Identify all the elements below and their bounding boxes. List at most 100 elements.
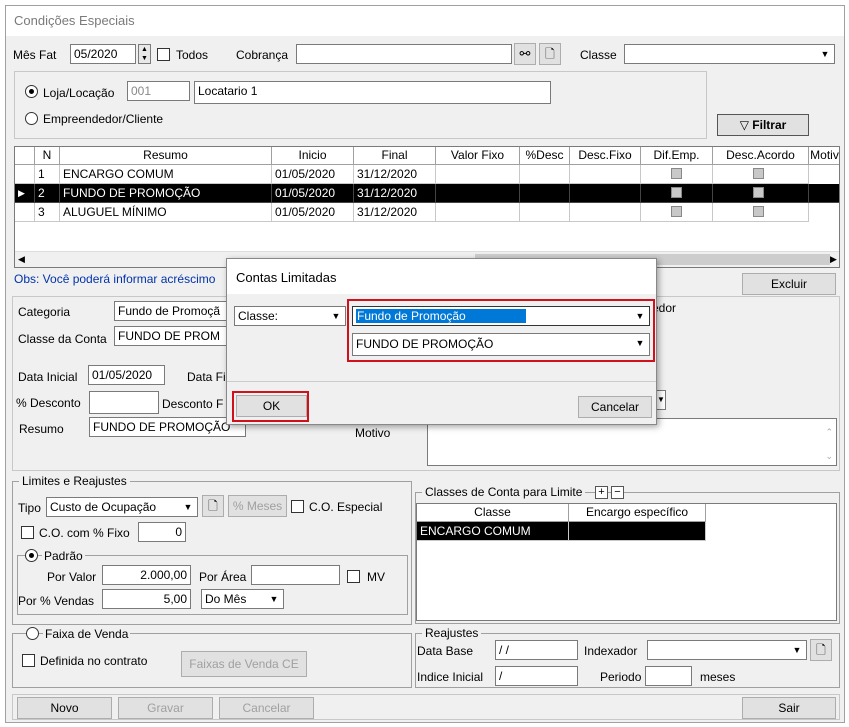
dif-emp-checkbox[interactable] <box>671 187 682 198</box>
desconto-fixo-label: Desconto F <box>162 397 224 411</box>
contas-limitadas-dialog: Contas Limitadas Classe: ▼ Fundo de Promo… <box>226 258 657 425</box>
dif-emp-checkbox[interactable] <box>671 168 682 179</box>
excluir-button[interactable]: Excluir <box>742 273 836 295</box>
todos-checkbox[interactable] <box>157 48 170 61</box>
por-area-label: Por Área <box>199 570 247 584</box>
highlight-box <box>347 299 655 362</box>
chevron-left-icon[interactable]: ◀ <box>18 254 25 265</box>
binoculars-icon[interactable]: ⚯ <box>514 43 536 65</box>
mv-checkbox[interactable] <box>347 570 360 583</box>
minus-icon[interactable]: − <box>611 486 624 499</box>
gravar-button[interactable]: Gravar <box>118 697 213 719</box>
chevron-down-icon[interactable]: ▼ <box>656 390 666 410</box>
desc-acordo-checkbox[interactable] <box>753 206 764 217</box>
por-valor-label: Por Valor <box>47 570 97 584</box>
classe-conta-select[interactable]: FUNDO DE PROM <box>114 326 229 346</box>
empreendedor-radio[interactable] <box>25 112 38 125</box>
grid-header[interactable]: Final <box>354 147 436 165</box>
document-icon[interactable]: 🗋 <box>202 495 224 517</box>
dialog-title: Contas Limitadas <box>227 259 656 294</box>
co-fixo-checkbox[interactable] <box>21 526 34 539</box>
grid-header[interactable]: Valor Fixo <box>436 147 520 165</box>
chevron-down-icon: ▼ <box>183 502 193 512</box>
chevron-down-icon: ▼ <box>269 594 279 604</box>
desconto-pct-input[interactable] <box>89 391 159 414</box>
periodo-select[interactable]: Do Mês ▼ <box>201 589 284 609</box>
faixas-venda-button[interactable]: Faixas de Venda CE <box>181 651 307 677</box>
sair-button[interactable]: Sair <box>742 697 836 719</box>
definida-label: Definida no contrato <box>40 654 148 668</box>
resumo-input[interactable]: FUNDO DE PROMOÇÃO <box>89 417 246 437</box>
window-title: Condições Especiais <box>6 6 844 36</box>
mes-fat-spinner[interactable]: ▲ ▼ <box>138 44 151 64</box>
co-fixo-input[interactable]: 0 <box>138 522 186 542</box>
filtrar-button[interactable]: ▽ Filtrar <box>717 114 809 136</box>
desc-acordo-checkbox[interactable] <box>753 168 764 179</box>
loja-radio[interactable] <box>25 85 38 98</box>
desconto-pct-label: % Desconto <box>16 396 81 410</box>
indice-input[interactable]: / <box>495 666 578 686</box>
chevron-down-icon[interactable]: ⌄ <box>825 449 833 463</box>
mes-fat-input[interactable]: 05/2020 <box>70 44 136 64</box>
definida-checkbox[interactable] <box>22 654 35 667</box>
periodo-input[interactable] <box>645 666 692 686</box>
loja-name-input[interactable]: Locatario 1 <box>194 81 551 104</box>
novo-button[interactable]: Novo <box>17 697 112 719</box>
classe-conta-label: Classe da Conta <box>18 332 107 346</box>
grid-header[interactable]: Motiv <box>809 147 839 165</box>
data-inicial-input[interactable]: 01/05/2020 <box>88 365 165 385</box>
document-icon[interactable]: 🗋 <box>539 43 561 65</box>
grid-header-indicator <box>15 147 35 165</box>
tipo-select[interactable]: Custo de Ocupação ▼ <box>46 497 198 517</box>
por-valor-input[interactable]: 2.000,00 <box>102 565 191 585</box>
grid-header[interactable]: Encargo específico <box>569 504 706 522</box>
data-final-label: Data Fi <box>187 370 226 384</box>
indexador-select[interactable]: ▼ <box>647 640 807 660</box>
conditions-grid[interactable]: N Resumo Inicio Final Valor Fixo %Desc D… <box>14 146 840 268</box>
chevron-down-icon: ▼ <box>331 311 341 321</box>
mv-label: MV <box>367 570 385 584</box>
grid-header[interactable]: N <box>35 147 60 165</box>
categoria-select[interactable]: Fundo de Promoçã <box>114 301 229 321</box>
por-vendas-label: Por % Vendas <box>18 594 95 608</box>
plus-icon[interactable]: + <box>595 486 608 499</box>
indice-label: Indice Inicial <box>417 670 484 684</box>
tipo-label: Tipo <box>18 501 41 515</box>
indexador-label: Indexador <box>584 644 638 658</box>
chevron-right-icon[interactable]: ▶ <box>830 254 837 265</box>
loja-label: Loja/Locação <box>43 86 115 100</box>
dif-emp-checkbox[interactable] <box>671 206 682 217</box>
motivo-textarea[interactable]: ⌃ ⌄ <box>427 418 837 466</box>
chevron-up-icon[interactable]: ⌃ <box>825 425 833 439</box>
cobranca-input[interactable] <box>296 44 512 64</box>
grid-header[interactable]: %Desc <box>520 147 570 165</box>
classes-limite-grid[interactable]: Classe Encargo específico ENCARGO COMUM <box>416 503 837 621</box>
loja-code-input[interactable]: 001 <box>127 81 190 101</box>
grid-header[interactable]: Desc.Acordo <box>713 147 809 165</box>
faixa-radio[interactable] <box>26 627 39 640</box>
periodo-label: Periodo <box>600 670 642 684</box>
desc-acordo-checkbox[interactable] <box>753 187 764 198</box>
row-pointer-icon: ▶ <box>15 184 35 203</box>
padrao-label: Padrão <box>42 549 85 563</box>
dialog-cancelar-button[interactable]: Cancelar <box>578 396 652 418</box>
dialog-classe-select[interactable]: Classe: ▼ <box>234 306 346 326</box>
co-fixo-label: C.O. com % Fixo <box>39 526 130 540</box>
reajustes-title: Reajustes <box>422 626 482 640</box>
grid-header[interactable]: Inicio <box>272 147 354 165</box>
grid-header[interactable]: Dif.Emp. <box>641 147 713 165</box>
meses-button[interactable]: % Meses <box>228 495 287 517</box>
co-especial-checkbox[interactable] <box>291 500 304 513</box>
document-icon[interactable]: 🗋 <box>810 639 832 661</box>
faixa-label: Faixa de Venda <box>43 627 131 641</box>
por-vendas-input[interactable]: 5,00 <box>102 589 191 609</box>
classes-limite-title: Classes de Conta para Limite <box>422 485 586 499</box>
padrao-radio[interactable] <box>25 549 38 562</box>
por-area-input[interactable] <box>251 565 340 585</box>
cancelar-button[interactable]: Cancelar <box>219 697 314 719</box>
grid-header[interactable]: Resumo <box>60 147 272 165</box>
data-base-input[interactable]: / / <box>495 640 578 660</box>
grid-header[interactable]: Desc.Fixo <box>570 147 641 165</box>
grid-header[interactable]: Classe <box>417 504 569 522</box>
classe-select[interactable]: ▼ <box>624 44 835 64</box>
